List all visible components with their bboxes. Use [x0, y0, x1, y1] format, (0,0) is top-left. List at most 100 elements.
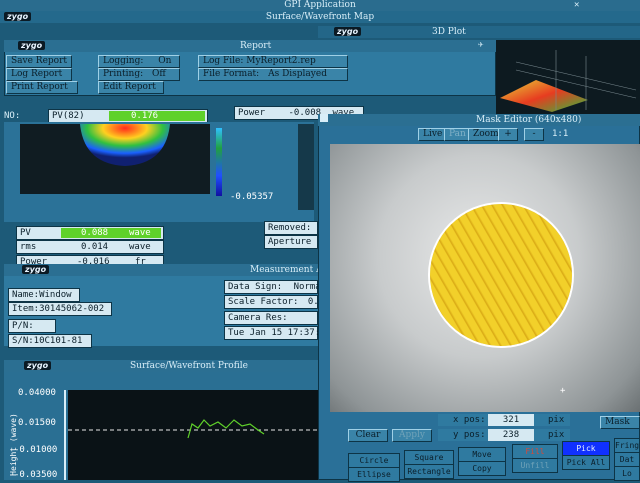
logging-toggle[interactable]: Logging: On: [98, 55, 180, 68]
colorbar-min-label: -0.05357: [230, 192, 274, 202]
printing-value: Off: [152, 69, 166, 79]
file-format-selector[interactable]: File Format: As Displayed: [198, 68, 348, 81]
pv82-value: 0.176: [131, 111, 159, 121]
fill-button[interactable]: Fill: [512, 444, 558, 459]
unfill-button[interactable]: Unfill: [512, 458, 558, 473]
plot-3d-title: 3D Plot: [432, 27, 466, 37]
pan-button[interactable]: Pan: [444, 128, 471, 141]
edit-report-button[interactable]: Edit Report: [98, 81, 164, 94]
plot-3d-view[interactable]: [496, 40, 640, 114]
item-field[interactable]: Item:30145062-002: [8, 302, 112, 316]
move-button[interactable]: Move: [458, 447, 506, 462]
ypos-unit: pix: [548, 430, 565, 440]
app-title-bar: GPI Application: [0, 0, 640, 11]
circle-button[interactable]: Circle: [348, 453, 400, 468]
logging-value: On: [158, 56, 172, 66]
rms-label: rms: [20, 242, 37, 252]
profile-tick-2: -0.01000: [14, 445, 58, 455]
date-field: Tue Jan 15 17:37:: [224, 326, 320, 340]
rms-readout: rms 0.014 wave: [16, 240, 164, 254]
lo-button[interactable]: Lo: [614, 466, 640, 481]
profile-tick-1: 0.01500: [18, 418, 56, 428]
zygo-logo-report: zygo: [18, 41, 46, 50]
rectangle-button[interactable]: Rectangle: [404, 464, 454, 479]
pick-all-button[interactable]: Pick All: [562, 455, 610, 470]
report-close-icon[interactable]: ✈: [478, 40, 483, 50]
xpos-field: x pos: 321 pix: [438, 414, 570, 426]
profile-axis: [64, 390, 66, 480]
pv82-label: PV(82): [52, 111, 85, 121]
name-field[interactable]: Name:Window: [8, 288, 80, 302]
data-sign-label: Data Sign:: [228, 282, 283, 292]
power-value: -0.008: [288, 108, 322, 118]
mask-aperture-circle[interactable]: [430, 204, 572, 346]
printing-label: Printing:: [103, 69, 144, 79]
xpos-label: x pos:: [453, 415, 486, 425]
surface-3d-plot: [500, 50, 637, 112]
measurement-title: Measurement A: [250, 265, 323, 275]
power-label: Power: [238, 108, 266, 118]
xpos-unit: pix: [548, 415, 565, 425]
profile-title: Surface/Wavefront Profile: [130, 361, 248, 371]
clear-button[interactable]: Clear: [348, 429, 388, 442]
removed-readout: Removed: I: [264, 221, 322, 235]
scale-factor-field: Scale Factor: 0.5: [224, 295, 324, 309]
square-button[interactable]: Square: [404, 450, 454, 465]
window-title-bar: Surface/Wavefront Map: [0, 11, 640, 23]
profile-plot[interactable]: [68, 390, 318, 480]
ypos-field: y pos: 238 pix: [438, 429, 570, 441]
pn-field[interactable]: P/N:: [8, 319, 56, 333]
pv-unit: wave: [129, 228, 151, 238]
map-view[interactable]: [20, 124, 210, 194]
profile-ylabel: Height (wave): [8, 413, 18, 476]
zoom-out-button[interactable]: -: [524, 128, 544, 141]
data-sign-value: Norma: [293, 282, 321, 292]
apply-button[interactable]: Apply: [392, 429, 432, 442]
mask-editor-title: Mask Editor (640x480): [476, 115, 582, 125]
fringe-button[interactable]: Fring: [614, 438, 640, 453]
zygo-logo-3d: zygo: [334, 27, 362, 36]
mask-editor-menu-icon[interactable]: [320, 114, 328, 122]
data-sign-field: Data Sign: Norma: [224, 280, 321, 294]
pv-readout: PV 0.088 wave: [16, 226, 164, 240]
profile-trace: [68, 419, 318, 439]
zygo-logo: zygo: [4, 12, 32, 21]
report-title: Report: [240, 41, 272, 51]
live-button[interactable]: Live: [418, 128, 448, 141]
rms-unit: wave: [129, 242, 151, 252]
crosshair-icon: +: [560, 386, 566, 396]
pick-button[interactable]: Pick: [562, 441, 610, 456]
map-side-strip: [298, 124, 314, 210]
logging-label: Logging:: [103, 56, 144, 66]
zygo-logo-measurement: zygo: [22, 265, 50, 274]
printing-toggle[interactable]: Printing: Off: [98, 68, 180, 81]
zoom-in-button[interactable]: +: [498, 128, 518, 141]
sn-field[interactable]: S/N:10C101-81: [8, 334, 92, 348]
aperture-readout: Aperture: [264, 235, 318, 249]
no-label: NO:: [4, 111, 21, 121]
mask-button[interactable]: Mask: [600, 416, 640, 429]
print-report-button[interactable]: Print Report: [6, 81, 78, 94]
rms-value: 0.014: [81, 242, 109, 252]
ypos-value: 238: [488, 429, 534, 441]
xpos-value: 321: [488, 414, 534, 426]
profile-tick-3: -0.03500: [14, 470, 58, 480]
close-icon[interactable]: ✕: [574, 0, 579, 10]
save-report-button[interactable]: Save Report: [6, 55, 72, 68]
log-file-field[interactable]: Log File: MyReport2.rep: [198, 55, 348, 68]
file-format-value: As Displayed: [268, 69, 327, 79]
file-format-label: File Format:: [203, 69, 260, 79]
colorbar: [216, 128, 222, 196]
camera-res-field: Camera Res:: [224, 311, 318, 325]
zoom-ratio: 1:1: [552, 129, 569, 139]
pv-value: 0.088: [81, 228, 109, 238]
copy-button[interactable]: Copy: [458, 461, 506, 476]
dat-button[interactable]: Dat: [614, 452, 640, 467]
pv82-readout: PV(82) 0.176: [48, 109, 208, 123]
zygo-logo-profile: zygo: [24, 361, 52, 370]
log-report-button[interactable]: Log Report: [6, 68, 72, 81]
scale-factor-label: Scale Factor:: [228, 297, 299, 307]
profile-tick-0: 0.04000: [18, 388, 56, 398]
pv-label: PV: [20, 228, 31, 238]
wavefront-map: [80, 124, 170, 166]
